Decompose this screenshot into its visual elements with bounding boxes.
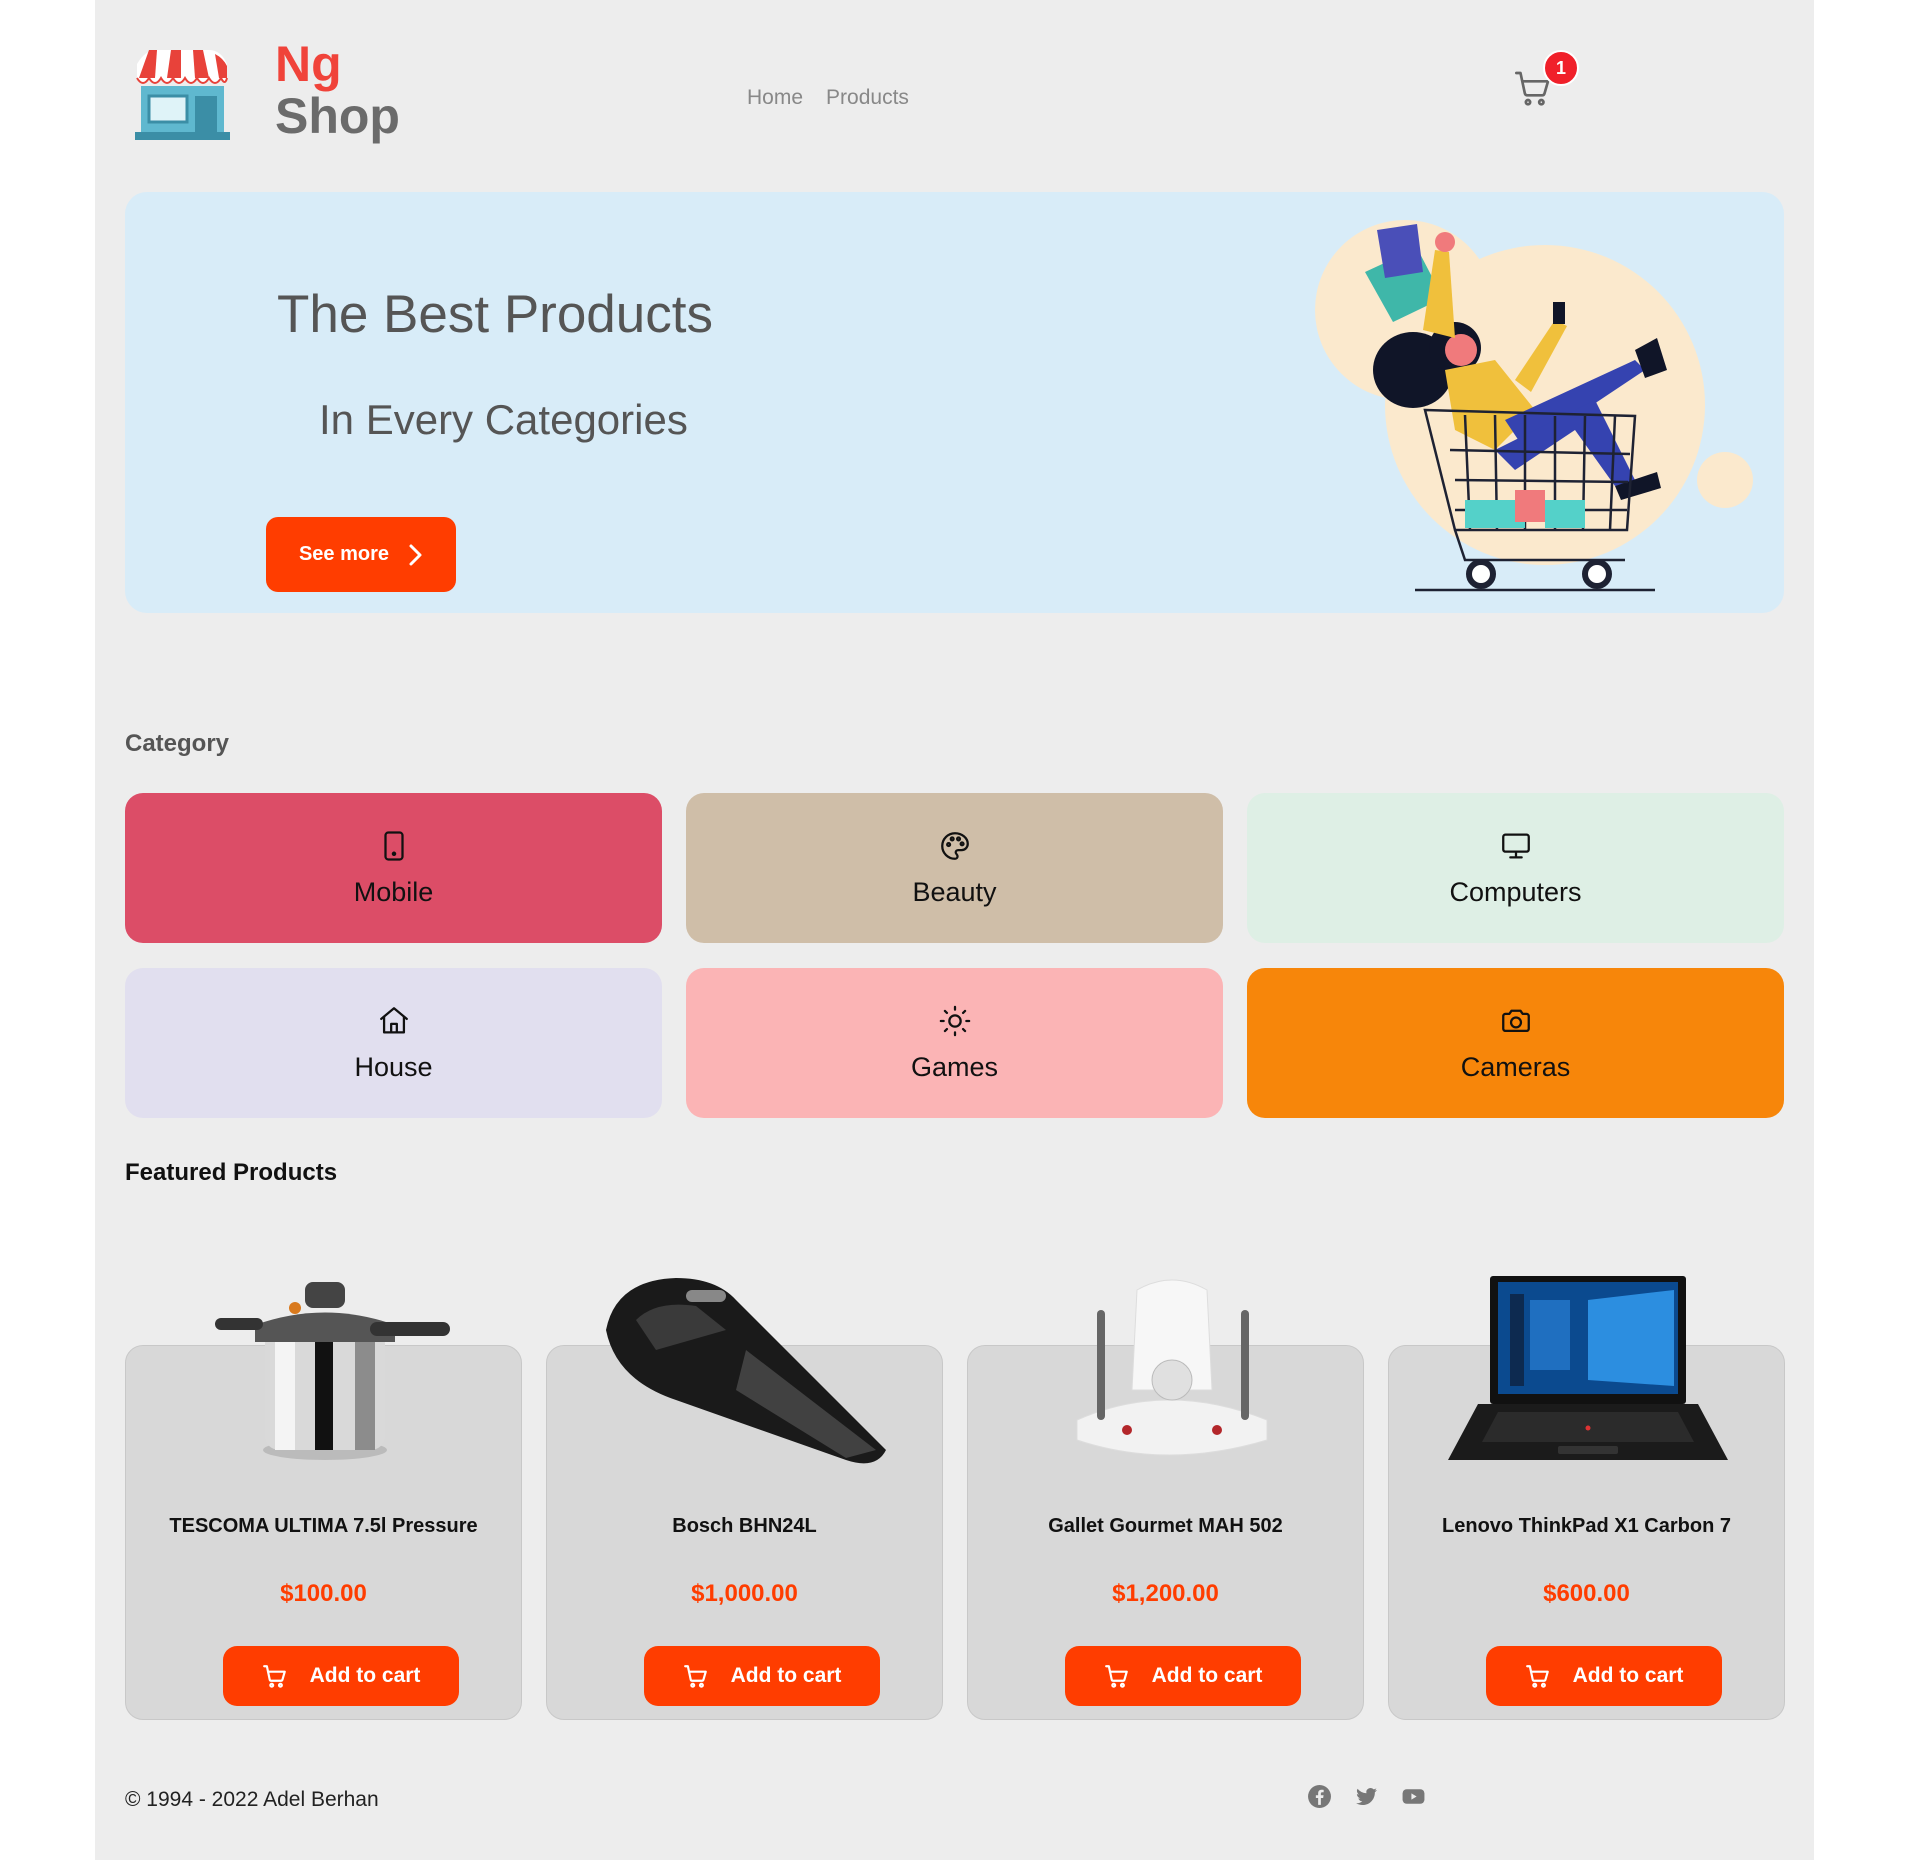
add-to-cart-button[interactable]: Add to cart — [1065, 1646, 1301, 1706]
add-to-cart-label: Add to cart — [1151, 1664, 1263, 1687]
product-card[interactable]: TESCOMA ULTIMA 7.5l Pressure $100.00 Add… — [125, 1270, 522, 1720]
facebook-icon[interactable] — [1307, 1784, 1332, 1809]
main-nav: Home Products — [747, 86, 909, 110]
cart-icon — [1104, 1665, 1128, 1688]
cart-icon — [262, 1665, 286, 1688]
chevron-right-icon — [409, 544, 422, 565]
category-label: Mobile — [353, 876, 434, 907]
logo-line-ng: Ng — [275, 36, 342, 92]
add-to-cart-button[interactable]: Add to cart — [223, 1646, 459, 1706]
category-heading: Category — [125, 730, 230, 757]
product-price: $100.00 — [280, 1580, 367, 1607]
product-grid: TESCOMA ULTIMA 7.5l Pressure $100.00 Add… — [125, 1270, 1785, 1720]
category-grid: Mobile Beauty Computers House Games Came… — [125, 793, 1784, 1118]
see-more-button[interactable]: See more — [266, 517, 456, 592]
product-name: Gallet Gourmet MAH 502 — [1048, 1515, 1283, 1537]
product-name: Bosch BHN24L — [672, 1515, 817, 1537]
category-label: House — [354, 1051, 433, 1082]
cart-count-badge: 1 — [1543, 50, 1579, 86]
product-card[interactable]: Gallet Gourmet MAH 502 $1,200.00 Add to … — [967, 1270, 1364, 1720]
handheld-vacuum-image — [606, 1278, 886, 1464]
shopping-cart-illustration — [1315, 220, 1753, 592]
product-card[interactable]: Lenovo ThinkPad X1 Carbon 7 $600.00 Add … — [1388, 1270, 1785, 1720]
category-computers[interactable]: Computers — [1247, 793, 1784, 943]
category-games[interactable]: Games — [686, 968, 1223, 1118]
laptop-image — [1448, 1276, 1728, 1460]
house-icon — [379, 1006, 408, 1033]
cart-icon — [1525, 1665, 1549, 1688]
add-to-cart-label: Add to cart — [309, 1664, 421, 1687]
category-mobile[interactable]: Mobile — [125, 793, 662, 943]
youtube-icon[interactable] — [1401, 1784, 1426, 1809]
category-label: Beauty — [912, 876, 997, 907]
cart-icon — [683, 1665, 707, 1688]
camera-icon — [1501, 1009, 1530, 1032]
see-more-label: See more — [298, 543, 390, 565]
category-label: Computers — [1449, 876, 1582, 907]
category-house[interactable]: House — [125, 968, 662, 1118]
food-processor-image — [1076, 1279, 1268, 1456]
social-links — [1307, 1784, 1426, 1809]
logo-line-shop: Shop — [275, 88, 400, 144]
mobile-icon — [383, 830, 404, 861]
add-to-cart-label: Add to cart — [730, 1664, 842, 1687]
category-label: Games — [910, 1051, 999, 1082]
page: Ng Shop Home Products 1 The Best Product… — [95, 0, 1814, 1860]
nav-home-link[interactable]: Home — [747, 86, 803, 110]
add-to-cart-button[interactable]: Add to cart — [644, 1646, 880, 1706]
pressure-cooker-image — [215, 1282, 450, 1460]
hero-banner: The Best Products In Every Categories Se… — [125, 192, 1784, 613]
product-name: TESCOMA ULTIMA 7.5l Pressure — [169, 1515, 478, 1537]
logo[interactable]: Ng Shop — [135, 38, 400, 143]
product-name: Lenovo ThinkPad X1 Carbon 7 — [1442, 1515, 1731, 1537]
product-card[interactable]: Bosch BHN24L $1,000.00 Add to cart — [546, 1270, 943, 1720]
product-price: $1,000.00 — [691, 1580, 798, 1607]
category-label: Cameras — [1460, 1051, 1571, 1082]
featured-heading: Featured Products — [125, 1159, 338, 1186]
palette-icon — [940, 831, 969, 860]
monitor-icon — [1501, 833, 1530, 858]
logo-text: Ng Shop — [275, 38, 400, 142]
product-price: $1,200.00 — [1112, 1580, 1219, 1607]
product-price: $600.00 — [1543, 1580, 1630, 1607]
add-to-cart-button[interactable]: Add to cart — [1486, 1646, 1722, 1706]
nav-products-link[interactable]: Products — [826, 86, 909, 110]
add-to-cart-label: Add to cart — [1572, 1664, 1684, 1687]
category-beauty[interactable]: Beauty — [686, 793, 1223, 943]
copyright-text: © 1994 - 2022 Adel Berhan — [125, 1788, 379, 1811]
hero-title: The Best Products — [277, 285, 713, 344]
twitter-icon[interactable] — [1354, 1784, 1379, 1809]
store-icon — [135, 50, 230, 140]
category-cameras[interactable]: Cameras — [1247, 968, 1784, 1118]
hero-subtitle: In Every Categories — [319, 396, 688, 443]
sun-icon — [939, 1005, 970, 1036]
cart-button[interactable]: 1 — [1513, 48, 1583, 108]
